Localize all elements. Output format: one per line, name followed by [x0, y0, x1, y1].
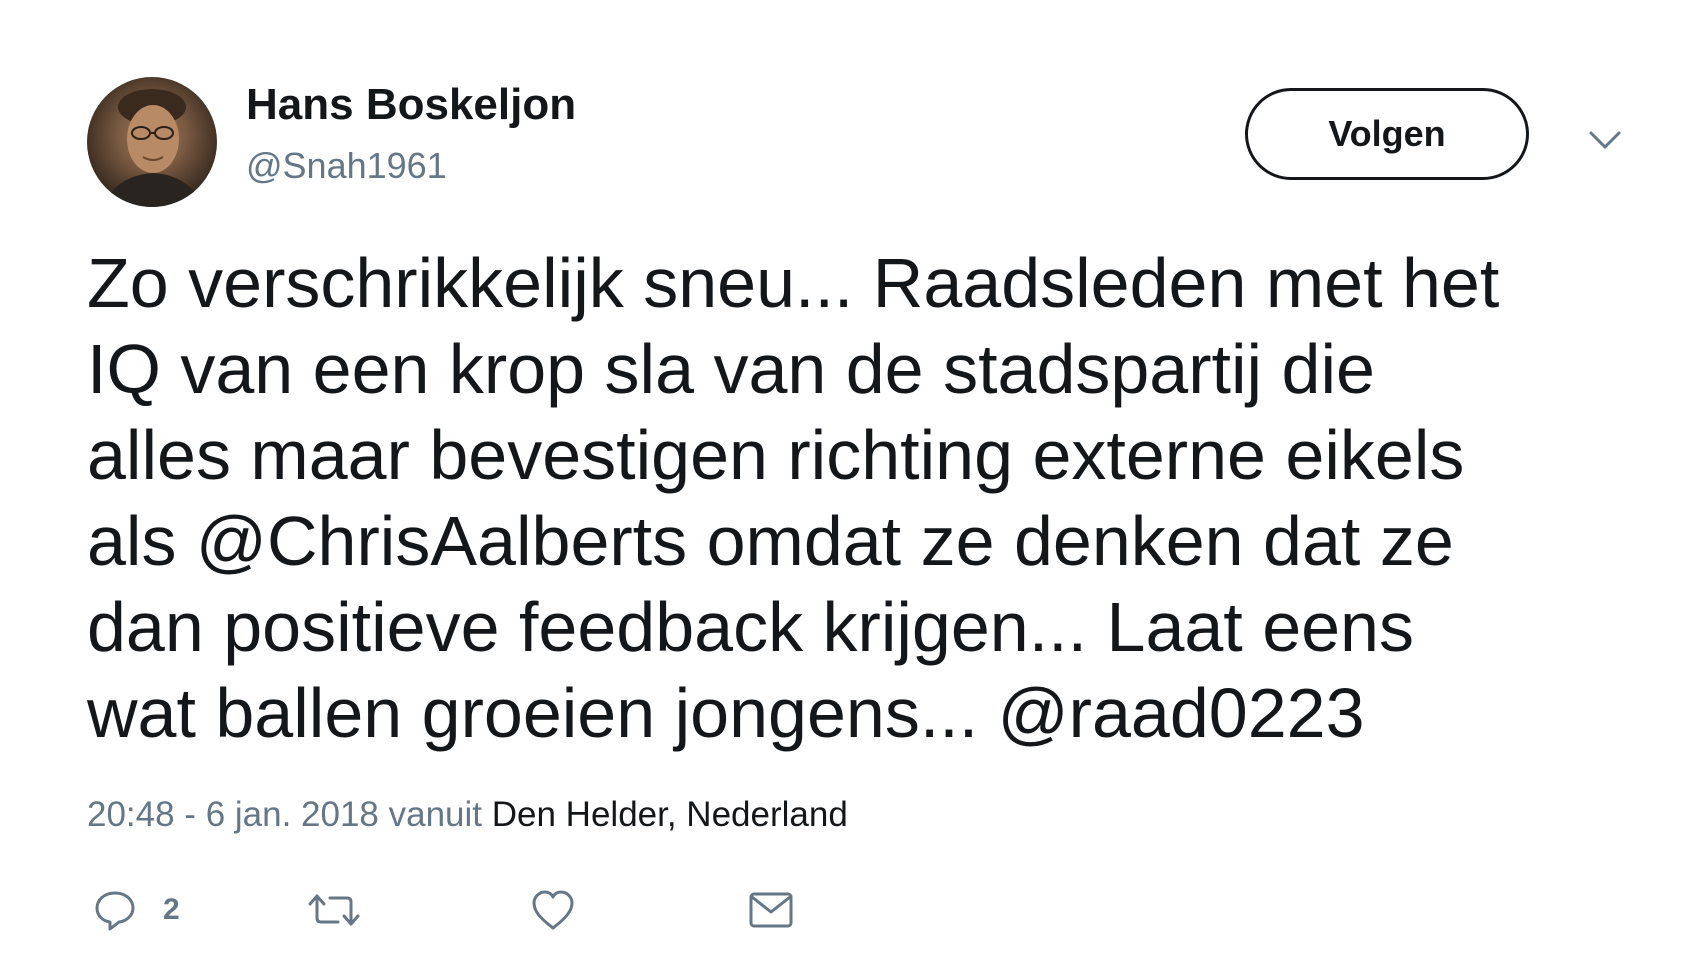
envelope-icon	[748, 890, 794, 930]
retweet-button[interactable]	[308, 885, 360, 935]
avatar[interactable]	[87, 77, 217, 207]
tweet-text-line: alles maar bevestigen richting externe e…	[87, 416, 1465, 494]
chevron-down-icon[interactable]	[1585, 125, 1625, 155]
direct-message-button[interactable]	[748, 885, 794, 935]
tweet-timestamp[interactable]: 20:48 - 6 jan. 2018 vanuit	[87, 795, 492, 834]
speech-bubble-icon	[93, 888, 137, 932]
follow-button[interactable]: Volgen	[1245, 88, 1529, 180]
tweet-text: Zo verschrikkelijk sneu... Raadsleden me…	[87, 240, 1667, 756]
user-handle[interactable]: @Snah1961	[246, 145, 447, 187]
like-button[interactable]	[530, 885, 576, 935]
heart-icon	[530, 888, 576, 932]
tweet-text-line: dan positieve feedback krijgen... Laat e…	[87, 588, 1414, 666]
reply-button[interactable]: 2	[93, 885, 180, 935]
tweet-text-line: wat ballen groeien jongens... @raad0223	[87, 674, 1365, 752]
tweet-meta: 20:48 - 6 jan. 2018 vanuit Den Helder, N…	[87, 795, 848, 835]
tweet-card: Hans Boskeljon @Snah1961 Volgen Zo versc…	[0, 0, 1701, 979]
tweet-location[interactable]: Den Helder, Nederland	[492, 795, 848, 834]
retweet-icon	[308, 888, 360, 932]
user-display-name[interactable]: Hans Boskeljon	[246, 80, 576, 130]
tweet-text-line: Zo verschrikkelijk sneu... Raadsleden me…	[87, 244, 1500, 322]
tweet-text-line: IQ van een krop sla van de stadspartij d…	[87, 330, 1375, 408]
tweet-text-line: als @ChrisAalberts omdat ze denken dat z…	[87, 502, 1454, 580]
reply-count: 2	[163, 893, 180, 926]
